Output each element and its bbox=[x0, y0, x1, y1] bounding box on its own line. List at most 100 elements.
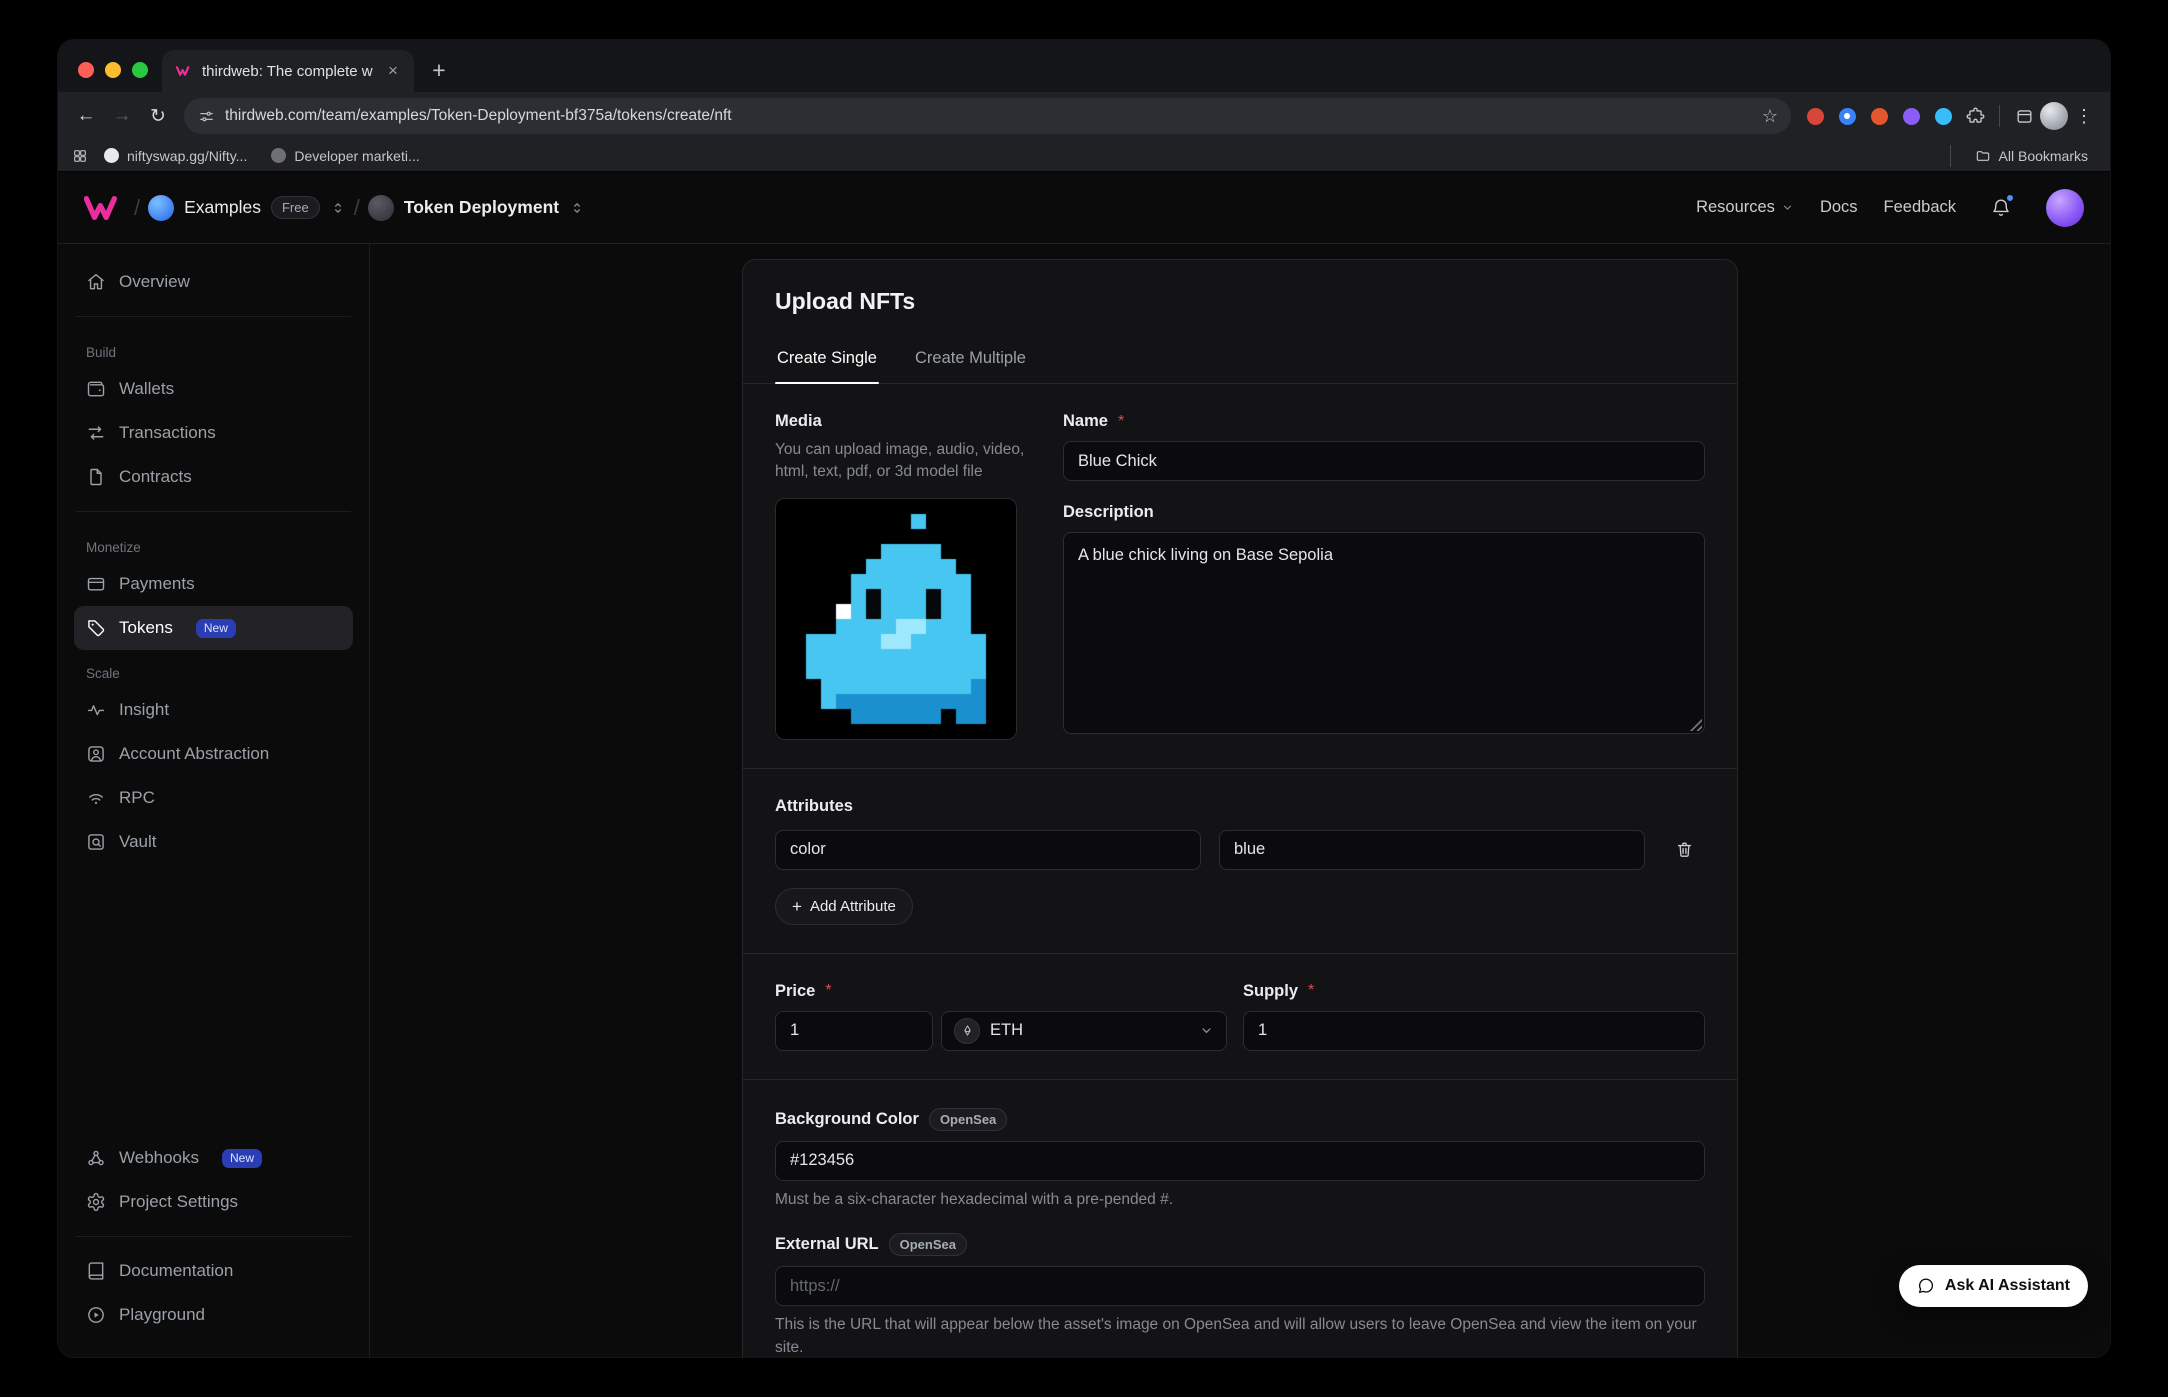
sidebar: Overview Build Wallets Transactions bbox=[58, 244, 370, 1357]
resources-menu[interactable]: Resources bbox=[1696, 198, 1794, 217]
currency-select[interactable]: ETH bbox=[941, 1011, 1227, 1051]
user-avatar[interactable] bbox=[2046, 189, 2084, 227]
close-window-button[interactable] bbox=[78, 62, 94, 78]
media-helper: You can upload image, audio, video, html… bbox=[775, 439, 1027, 484]
sidebar-item-project-settings[interactable]: Project Settings bbox=[74, 1180, 353, 1224]
forward-button[interactable]: → bbox=[104, 98, 140, 134]
price-label: Price bbox=[775, 982, 815, 1001]
tab-title: thirdweb: The complete web... bbox=[202, 63, 373, 80]
home-icon bbox=[86, 272, 106, 292]
extensions-puzzle-icon[interactable] bbox=[1959, 100, 1991, 132]
extension-icon-1[interactable] bbox=[1799, 100, 1831, 132]
sidebar-section-scale: Scale bbox=[86, 666, 341, 681]
sidebar-item-label: Transactions bbox=[119, 423, 216, 443]
media-upload-preview[interactable] bbox=[775, 498, 1017, 740]
rpc-signal-icon bbox=[86, 788, 106, 808]
breadcrumb-separator: / bbox=[134, 195, 140, 221]
bookmarks-bar: niftyswap.gg/Nifty... Developer marketi.… bbox=[58, 140, 2110, 172]
sidebar-item-overview[interactable]: Overview bbox=[74, 260, 353, 304]
sidebar-item-playground[interactable]: Playground bbox=[74, 1293, 353, 1337]
extension-icon-3[interactable] bbox=[1863, 100, 1895, 132]
attribute-name-input[interactable] bbox=[775, 830, 1201, 870]
sidebar-item-label: Documentation bbox=[119, 1261, 233, 1281]
external-url-input[interactable] bbox=[775, 1266, 1705, 1306]
name-label: Name bbox=[1063, 412, 1108, 431]
unfold-chevrons-icon[interactable] bbox=[569, 200, 585, 216]
apps-grid-icon[interactable] bbox=[72, 148, 88, 164]
site-settings-icon[interactable] bbox=[198, 108, 215, 125]
team-selector[interactable]: Examples Free bbox=[148, 195, 346, 221]
bookmark-star-icon[interactable]: ☆ bbox=[1755, 101, 1785, 131]
attribute-row bbox=[775, 830, 1705, 870]
price-input[interactable] bbox=[775, 1011, 933, 1051]
address-bar[interactable]: thirdweb.com/team/examples/Token-Deploym… bbox=[184, 98, 1791, 134]
zoom-window-button[interactable] bbox=[132, 62, 148, 78]
browser-window-icon[interactable] bbox=[2008, 100, 2040, 132]
sidebar-item-label: Project Settings bbox=[119, 1192, 238, 1212]
sidebar-item-label: Tokens bbox=[119, 618, 173, 638]
sidebar-item-webhooks[interactable]: Webhooks New bbox=[74, 1136, 353, 1180]
refresh-button[interactable]: ↻ bbox=[140, 98, 176, 134]
sidebar-section-build: Build bbox=[86, 345, 341, 360]
delete-attribute-button[interactable] bbox=[1663, 830, 1705, 870]
sidebar-item-payments[interactable]: Payments bbox=[74, 562, 353, 606]
sidebar-item-transactions[interactable]: Transactions bbox=[74, 411, 353, 455]
browser-menu-icon[interactable]: ⋮ bbox=[2068, 100, 2100, 132]
back-button[interactable]: ← bbox=[68, 98, 104, 134]
sidebar-item-label: Overview bbox=[119, 272, 190, 292]
sidebar-item-wallets[interactable]: Wallets bbox=[74, 367, 353, 411]
browser-tab[interactable]: thirdweb: The complete web... × bbox=[162, 50, 414, 92]
book-icon bbox=[86, 1261, 106, 1281]
tab-create-multiple[interactable]: Create Multiple bbox=[913, 337, 1028, 383]
background-color-input[interactable] bbox=[775, 1141, 1705, 1181]
sidebar-item-label: Account Abstraction bbox=[119, 744, 269, 764]
new-tab-button[interactable]: + bbox=[422, 53, 456, 87]
attributes-label: Attributes bbox=[775, 797, 1705, 816]
attribute-value-input[interactable] bbox=[1219, 830, 1645, 870]
description-textarea[interactable]: A blue chick living on Base Sepolia bbox=[1063, 532, 1705, 734]
plus-icon: + bbox=[792, 898, 802, 915]
new-badge: New bbox=[222, 1149, 262, 1168]
extension-icon-5[interactable] bbox=[1927, 100, 1959, 132]
extension-icon-2[interactable] bbox=[1831, 100, 1863, 132]
all-bookmarks-button[interactable]: All Bookmarks bbox=[1967, 145, 2096, 167]
name-label-row: Name * bbox=[1063, 412, 1705, 431]
sidebar-item-label: Playground bbox=[119, 1305, 205, 1325]
external-url-helper: This is the URL that will appear below t… bbox=[775, 1314, 1705, 1357]
unfold-chevrons-icon[interactable] bbox=[330, 200, 346, 216]
minimize-window-button[interactable] bbox=[105, 62, 121, 78]
browser-profile-avatar[interactable] bbox=[2040, 102, 2068, 130]
thirdweb-logo-icon[interactable] bbox=[84, 195, 126, 221]
project-selector[interactable]: Token Deployment bbox=[368, 195, 585, 221]
bookmark-label: niftyswap.gg/Nifty... bbox=[127, 148, 247, 164]
bookmark-item[interactable]: Developer marketi... bbox=[263, 145, 427, 167]
sidebar-item-contracts[interactable]: Contracts bbox=[74, 455, 353, 499]
team-name: Examples bbox=[184, 197, 261, 218]
docs-link[interactable]: Docs bbox=[1820, 198, 1858, 217]
notifications-button[interactable] bbox=[1982, 189, 2020, 227]
url-text[interactable]: thirdweb.com/team/examples/Token-Deploym… bbox=[225, 107, 1745, 125]
team-avatar bbox=[148, 195, 174, 221]
extension-icon-4[interactable] bbox=[1895, 100, 1927, 132]
form-tabs: Create Single Create Multiple bbox=[743, 337, 1737, 384]
supply-input[interactable] bbox=[1243, 1011, 1705, 1051]
sidebar-item-label: Insight bbox=[119, 700, 169, 720]
sidebar-item-account-abstraction[interactable]: Account Abstraction bbox=[74, 732, 353, 776]
sidebar-item-label: Vault bbox=[119, 832, 157, 852]
sidebar-item-insight[interactable]: Insight bbox=[74, 688, 353, 732]
sidebar-item-tokens[interactable]: Tokens New bbox=[74, 606, 353, 650]
opensea-badge: OpenSea bbox=[889, 1233, 967, 1256]
ask-ai-assistant-button[interactable]: Ask AI Assistant bbox=[1899, 1265, 2088, 1307]
add-attribute-button[interactable]: + Add Attribute bbox=[775, 888, 913, 925]
sidebar-item-documentation[interactable]: Documentation bbox=[74, 1249, 353, 1293]
bookmark-item[interactable]: niftyswap.gg/Nifty... bbox=[96, 145, 255, 167]
webhooks-icon bbox=[86, 1148, 106, 1168]
feedback-link[interactable]: Feedback bbox=[1884, 198, 1956, 217]
all-bookmarks-label: All Bookmarks bbox=[1999, 148, 2088, 164]
tab-close-icon[interactable]: × bbox=[382, 60, 404, 82]
tab-create-single[interactable]: Create Single bbox=[775, 337, 879, 383]
name-input[interactable] bbox=[1063, 441, 1705, 481]
sidebar-item-rpc[interactable]: RPC bbox=[74, 776, 353, 820]
breadcrumb-separator: / bbox=[354, 195, 360, 221]
sidebar-item-vault[interactable]: Vault bbox=[74, 820, 353, 864]
